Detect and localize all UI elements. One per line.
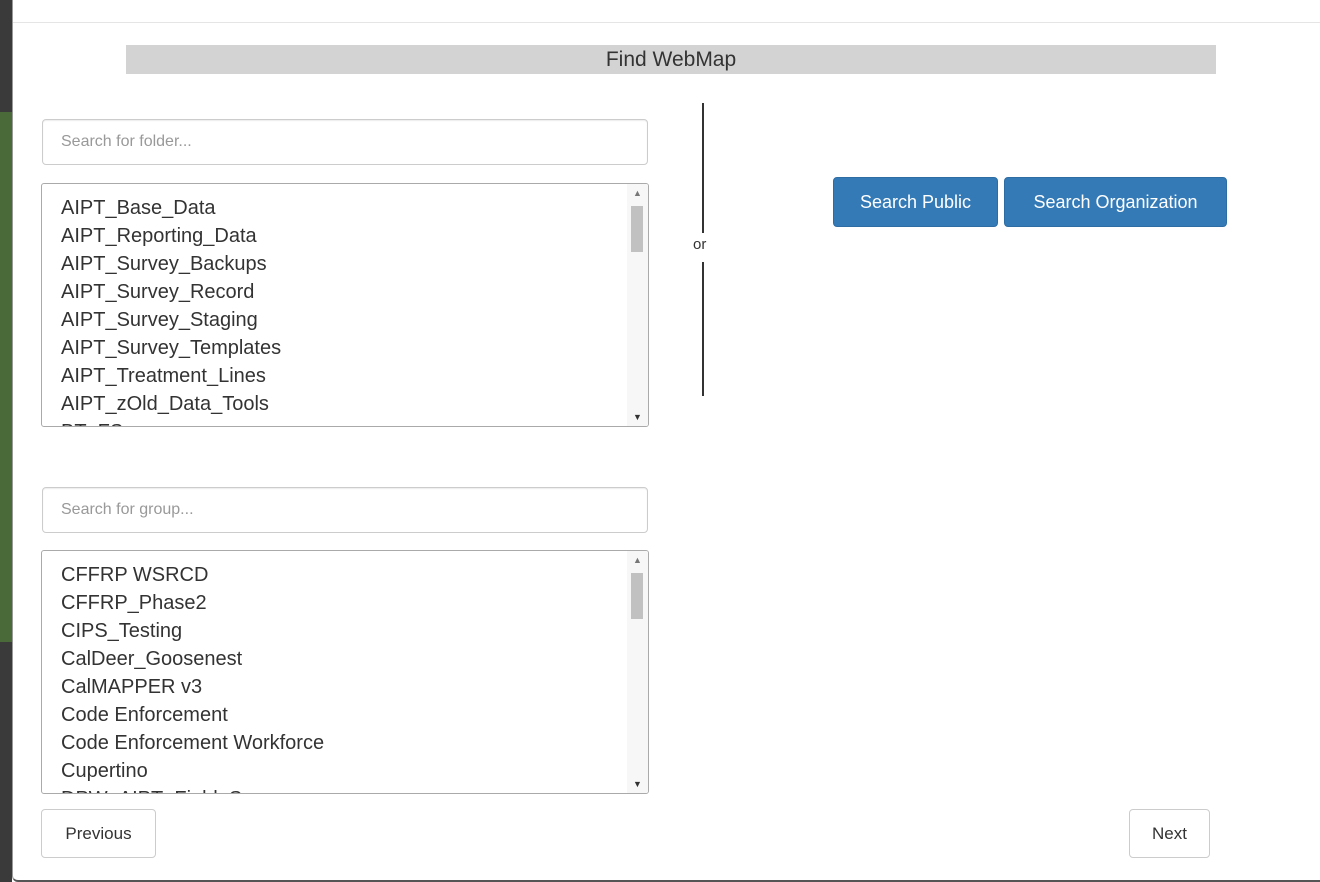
folder-list[interactable]: AIPT_Base_Data AIPT_Reporting_Data AIPT_Su… <box>41 183 649 427</box>
scrollbar-thumb[interactable] <box>631 206 643 252</box>
header-divider <box>13 22 1320 23</box>
list-item[interactable]: Code Enforcement Workforce <box>61 729 624 757</box>
list-item[interactable]: BT_FS <box>61 418 624 426</box>
list-item[interactable]: CIPS_Testing <box>61 617 624 645</box>
backdrop-map <box>0 112 12 642</box>
previous-button[interactable]: Previous <box>41 809 156 858</box>
scrollbar-thumb[interactable] <box>631 573 643 619</box>
list-item[interactable]: Code Enforcement <box>61 701 624 729</box>
group-search-input[interactable] <box>42 487 648 533</box>
list-item[interactable]: AIPT_Reporting_Data <box>61 222 624 250</box>
folder-list-items: AIPT_Base_Data AIPT_Reporting_Data AIPT_Su… <box>61 194 624 426</box>
separator-line-bottom <box>702 262 704 396</box>
group-list[interactable]: CFFRP WSRCD CFFRP_Phase2 CIPS_Testing CalDe… <box>41 550 649 794</box>
list-item[interactable]: CalDeer_Goosenest <box>61 645 624 673</box>
folder-list-scrollbar[interactable]: ▲ ▼ <box>627 184 648 426</box>
list-item[interactable]: AIPT_Survey_Backups <box>61 250 624 278</box>
or-label: or <box>693 236 707 253</box>
search-organization-button[interactable]: Search Organization <box>1004 177 1227 227</box>
find-webmap-dialog: Find WebMap AIPT_Base_DataAIPT_Reporting… <box>12 0 1320 882</box>
scroll-down-icon[interactable]: ▼ <box>627 775 648 793</box>
scroll-up-icon[interactable]: ▲ <box>627 551 648 569</box>
scroll-down-icon[interactable]: ▼ <box>627 408 648 426</box>
search-public-button[interactable]: Search Public <box>833 177 998 227</box>
list-item[interactable]: AIPT_zOld_Data_Tools <box>61 390 624 418</box>
scroll-up-icon[interactable]: ▲ <box>627 184 648 202</box>
next-button[interactable]: Next <box>1129 809 1210 858</box>
list-item[interactable]: AIPT_Survey_Staging <box>61 306 624 334</box>
folder-search-input[interactable] <box>42 119 648 165</box>
list-item[interactable]: AIPT_Base_Data <box>61 194 624 222</box>
separator-line-top <box>702 103 704 233</box>
list-item[interactable]: AIPT_Survey_Templates <box>61 334 624 362</box>
list-item[interactable]: CalMAPPER v3 <box>61 673 624 701</box>
group-list-scrollbar[interactable]: ▲ ▼ <box>627 551 648 793</box>
list-item[interactable]: AIPT_Survey_Record <box>61 278 624 306</box>
group-list-items: CFFRP WSRCD CFFRP_Phase2 CIPS_Testing CalDe… <box>61 561 624 793</box>
dialog-title: Find WebMap <box>126 45 1216 74</box>
list-item[interactable]: Cupertino <box>61 757 624 785</box>
list-item[interactable]: DPW_AIPT_Field_Survey <box>61 785 624 793</box>
list-item[interactable]: CFFRP WSRCD <box>61 561 624 589</box>
list-item[interactable]: CFFRP_Phase2 <box>61 589 624 617</box>
list-item[interactable]: AIPT_Treatment_Lines <box>61 362 624 390</box>
